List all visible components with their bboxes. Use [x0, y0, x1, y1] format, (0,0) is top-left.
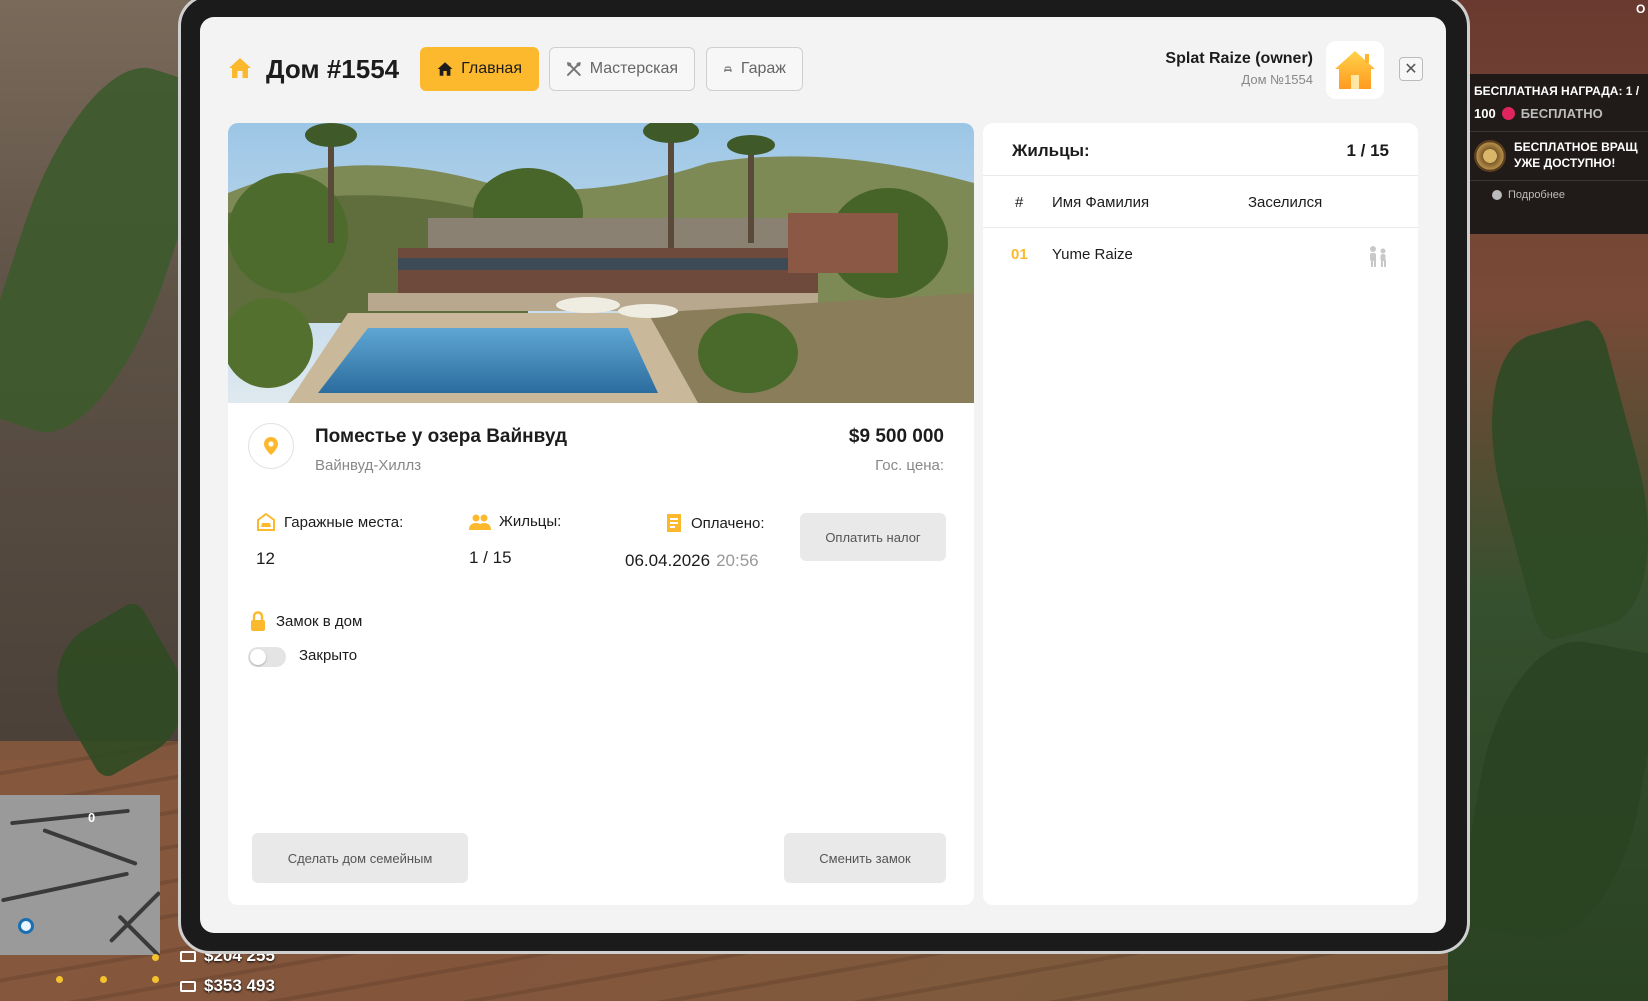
spin-line-1: БЕСПЛАТНОЕ ВРАЩ — [1514, 140, 1638, 155]
hud-dot — [152, 976, 159, 983]
house-price: $9 500 000 — [848, 426, 944, 447]
coin-icon — [1501, 107, 1515, 120]
owner-avatar — [1326, 41, 1384, 99]
residents-count: 1 / 15 — [1346, 141, 1389, 160]
lock-icon — [251, 611, 265, 631]
location-pin — [248, 423, 294, 469]
home-icon — [437, 62, 453, 76]
paid-value: 06.04.2026 20:56 — [625, 551, 765, 571]
residents-value: 1 / 15 — [469, 548, 512, 567]
pay-tax-button[interactable]: Оплатить налог — [800, 513, 946, 561]
paid-label: Оплачено: — [691, 514, 765, 532]
lock-state-label: Закрыто — [299, 647, 358, 664]
card-icon — [180, 980, 196, 992]
more-label: Подробнее — [1508, 189, 1566, 201]
lock-section: Замок в дом — [250, 611, 362, 631]
lock-label: Замок в дом — [276, 612, 363, 630]
paid-date: 06.04.2026 — [625, 551, 711, 570]
receipt-icon — [667, 514, 681, 532]
resident-name: Yume Raize — [1052, 246, 1133, 263]
cash-icon — [180, 950, 196, 962]
hud-dot — [152, 954, 159, 961]
info-icon — [1492, 190, 1502, 200]
player-marker-icon — [18, 918, 34, 934]
house-avatar-icon — [1335, 51, 1375, 89]
more-link[interactable]: Подробнее — [1468, 180, 1648, 201]
house-photo — [228, 123, 974, 403]
house-info-card: Поместье у озера Вайнвуд Вайнвуд-Хиллз $… — [228, 123, 974, 905]
rewards-hud: БЕСПЛАТНАЯ НАГРАДА: 1 / 100 БЕСПЛАТНО БЕ… — [1468, 74, 1648, 234]
tab-garage[interactable]: Гараж — [706, 47, 803, 91]
garage-label: Гаражные места: — [284, 513, 404, 531]
make-family-house-button[interactable]: Сделать дом семейным — [252, 833, 468, 883]
residents-title: Жильцы: — [1012, 141, 1090, 160]
hud-dot — [56, 976, 63, 983]
reward-free-row: 100 БЕСПЛАТНО — [1468, 98, 1648, 121]
house-location: Вайнвуд-Хиллз — [315, 457, 422, 474]
tab-garage-label: Гараж — [740, 60, 786, 77]
map-pin-icon — [264, 437, 278, 455]
tab-workshop[interactable]: Мастерская — [549, 47, 695, 91]
change-lock-button[interactable]: Сменить замок — [784, 833, 946, 883]
stat-residents: Жильцы: 1 / 15 — [469, 513, 561, 568]
lock-toggle[interactable] — [248, 647, 286, 667]
top-right-hud-char: O — [1636, 2, 1646, 16]
paid-time: 20:56 — [716, 551, 759, 570]
garage-icon — [257, 513, 275, 531]
tab-main-label: Главная — [461, 60, 522, 77]
users-icon — [469, 514, 491, 530]
money-bank-value: $353 493 — [204, 976, 275, 995]
evict-resident-icon[interactable] — [1366, 244, 1390, 268]
tab-main[interactable]: Главная — [420, 47, 539, 91]
owner-house-number: Дом №1554 — [1241, 72, 1313, 87]
reward-free-label: БЕСПЛАТНО — [1520, 106, 1603, 121]
column-number: # — [1015, 194, 1024, 211]
free-spin-banner[interactable]: БЕСПЛАТНОЕ ВРАЩ УЖЕ ДОСТУПНО! — [1468, 132, 1648, 180]
price-label: Гос. цена: — [875, 457, 944, 474]
garage-value: 12 — [256, 549, 275, 568]
column-moved-in: Заселился — [1248, 194, 1323, 211]
toggle-knob — [250, 649, 266, 665]
residents-label: Жильцы: — [499, 513, 562, 530]
page-title: Дом #1554 — [266, 54, 400, 84]
wheel-icon — [1474, 140, 1506, 172]
spin-line-2: УЖЕ ДОСТУПНО! — [1514, 156, 1616, 170]
column-name: Имя Фамилия — [1052, 194, 1150, 211]
minimap-value: 0 — [88, 810, 96, 825]
reward-amount: 100 — [1474, 106, 1496, 121]
owner-name: Splat Raize (owner) — [1165, 50, 1313, 67]
home-icon — [229, 58, 251, 78]
car-icon — [724, 66, 732, 72]
tools-icon — [566, 62, 581, 76]
hud-dot — [100, 976, 107, 983]
tab-workshop-label: Мастерская — [589, 60, 678, 77]
house-name: Поместье у озера Вайнвуд — [315, 426, 568, 447]
money-bank: $353 493 — [180, 976, 275, 996]
close-button[interactable]: ✕ — [1399, 57, 1423, 81]
resident-number: 01 — [1011, 246, 1028, 263]
stat-paid: Оплачено: 06.04.2026 20:56 — [625, 513, 765, 571]
reward-text: БЕСПЛАТНАЯ НАГРАДА: 1 / — [1474, 84, 1640, 98]
residents-card: Жильцы: 1 / 15 # Имя Фамилия Заселился 0… — [983, 123, 1418, 905]
stat-garage: Гаражные места: 12 — [256, 513, 403, 569]
